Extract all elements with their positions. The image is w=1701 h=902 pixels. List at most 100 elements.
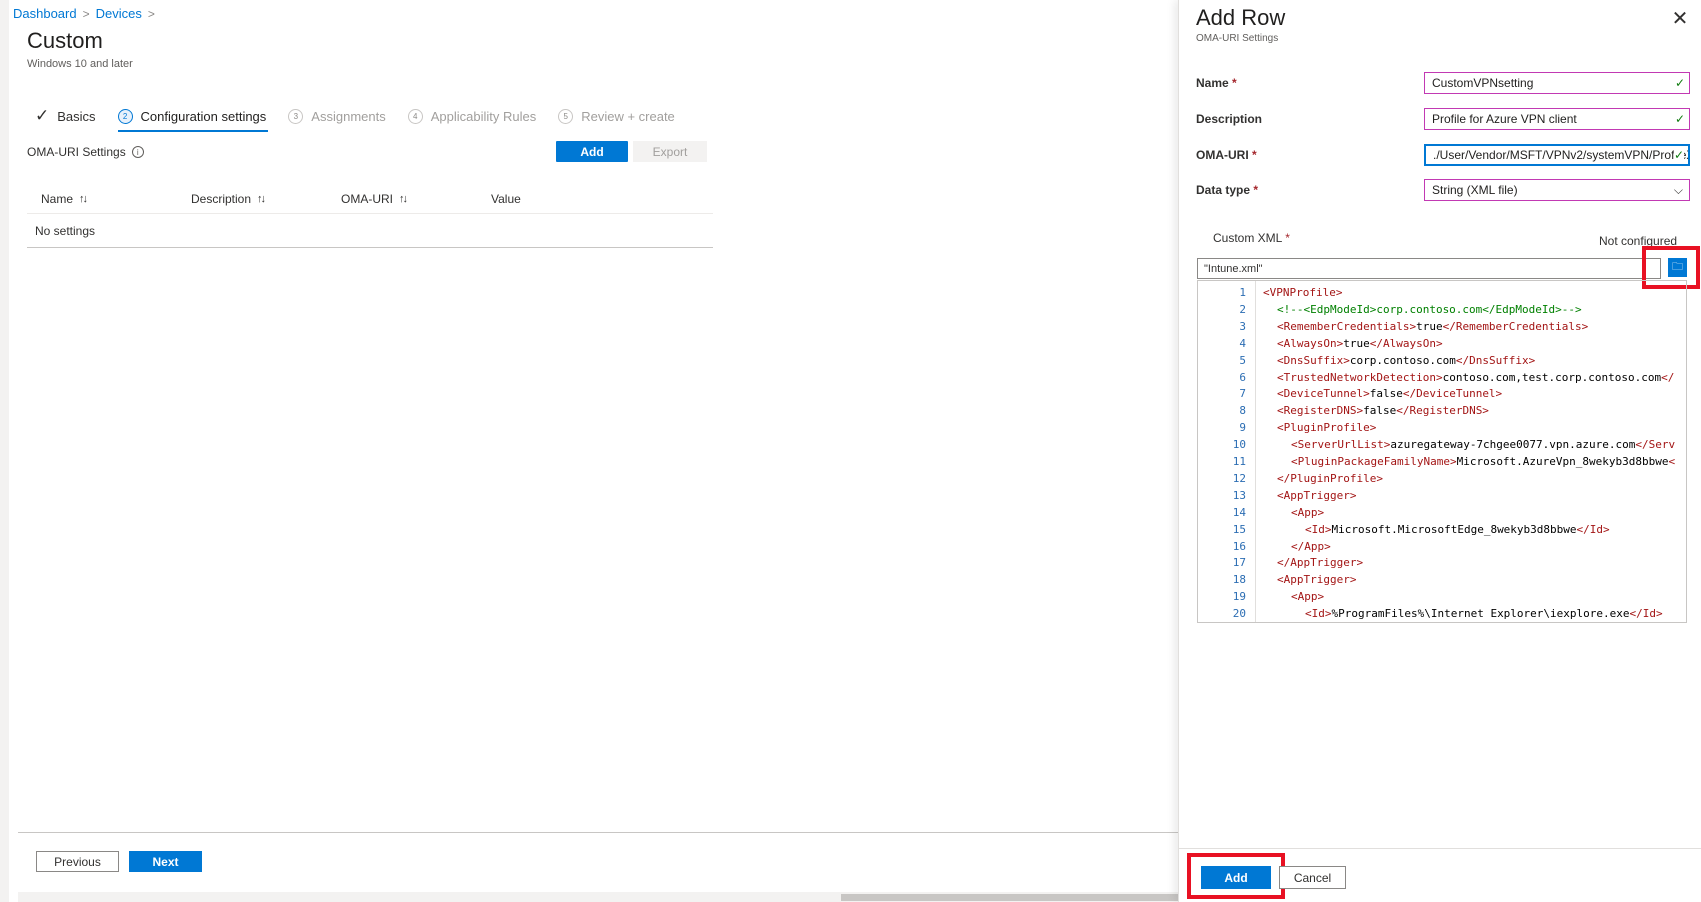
line-number: 18 [1232,573,1246,587]
close-icon[interactable]: ✕ [1668,6,1692,30]
code-line: 2 <!--<EdpModeId>corp.contoso.com</EdpMod… [1198,301,1581,318]
main-page: Dashboard > Devices > Custom Windows 10 … [0,0,1187,902]
cancel-button[interactable]: Cancel [1279,866,1346,889]
code-line: 14 <App> [1198,504,1324,521]
line-number: 16 [1232,539,1246,553]
step-number: 2 [117,108,133,124]
step-basics[interactable]: ✓ Basics [35,104,96,128]
data-type-field-row: Data type * String (XML file) ⌵ [1196,179,1690,201]
oma-uri-label: OMA-URI * [1196,148,1257,162]
line-number: 17 [1232,556,1246,570]
data-type-select[interactable]: String (XML file) ⌵ [1424,179,1690,201]
code-line: 17 </AppTrigger> [1198,554,1363,571]
code-text: <Id>%ProgramFiles%\Internet Explorer\iex… [1305,607,1663,621]
step-label: Applicability Rules [430,108,537,124]
next-button[interactable]: Next [129,851,202,872]
column-header-name[interactable]: Name ↑↓ [27,192,177,206]
code-text: <App> [1291,505,1325,519]
panel-footer-divider [1179,848,1701,849]
code-text: <RememberCredentials>true</RememberCrede… [1277,319,1589,333]
code-text: </PluginProfile> [1277,471,1383,485]
oma-settings-table: Name ↑↓ Description ↑↓ OMA-URI ↑↓ Value … [27,184,713,248]
step-label: Basics [57,108,96,124]
step-review-create[interactable]: 5 Review + create [558,104,675,128]
line-number: 11 [1232,455,1246,468]
scrollbar-thumb[interactable] [841,894,1186,901]
code-line: 12 </PluginProfile> [1198,470,1383,487]
xml-file-name-field[interactable]: "Intune.xml" [1197,258,1661,279]
code-line: 15 <Id>Microsoft.MicrosoftEdge_8wekyb3d8b… [1198,521,1610,538]
custom-xml-label: Custom XML * [1213,231,1290,245]
code-text: <AppTrigger> [1277,488,1357,502]
horizontal-scrollbar[interactable] [18,892,1187,902]
previous-button[interactable]: Previous [36,851,119,872]
sort-icon[interactable]: ↑↓ [399,193,408,205]
check-icon: ✓ [1673,148,1684,162]
name-label: Name * [1196,76,1237,90]
code-line: 8 <RegisterDNS>false</RegisterDNS> [1198,402,1489,419]
check-icon: ✓ [1674,112,1685,126]
table-header: Name ↑↓ Description ↑↓ OMA-URI ↑↓ Value [27,184,713,214]
code-text: <DnsSuffix>corp.contoso.com</DnsSuffix> [1277,353,1536,367]
oma-uri-field-row: OMA-URI * ./User/Vendor/MSFT/VPNv2/syste… [1196,144,1690,166]
step-assignments[interactable]: 3 Assignments [288,104,386,128]
line-number: 19 [1232,590,1246,604]
sort-icon[interactable]: ↑↓ [257,193,266,205]
chevron-right-icon: > [147,6,155,21]
code-line: 5 <DnsSuffix>corp.contoso.com</DnsSuffix> [1198,352,1535,369]
step-configuration-settings[interactable]: 2 Configuration settings [117,104,269,132]
code-text: <AlwaysOn>true</AlwaysOn> [1277,336,1443,350]
export-button[interactable]: Export [633,141,707,162]
description-input[interactable]: Profile for Azure VPN client ✓ [1424,108,1690,130]
code-text: <ServerUrlList>azuregateway-7chgee0077.v… [1291,438,1676,452]
breadcrumb: Dashboard > Devices > [13,6,155,21]
code-line: 3 <RememberCredentials>true</RememberCred… [1198,318,1588,335]
step-label: Assignments [311,108,386,124]
footer-divider [18,832,1187,833]
description-label: Description [1196,112,1263,126]
line-number: 9 [1239,421,1246,435]
code-line: 20 <Id>%ProgramFiles%\Internet Explorer\i… [1198,605,1663,622]
name-field-row: Name * CustomVPNsetting ✓ [1196,72,1690,94]
xml-code-editor[interactable]: 1 <VPNProfile> 2 <!--<EdpModeId>corp.contos… [1197,280,1687,623]
panel-title: Add Row [1196,5,1286,30]
code-line: 19 <App> [1198,588,1324,605]
page-title: Custom [27,28,103,53]
code-text: <Id>Microsoft.MicrosoftEdge_8wekyb3d8bbw… [1305,522,1610,536]
column-header-oma-uri[interactable]: OMA-URI ↑↓ [327,192,477,206]
add-setting-button[interactable]: Add [556,141,628,162]
code-text: <PluginPackageFamilyName>Microsoft.Azure… [1291,455,1676,468]
step-number: 3 [288,108,304,124]
code-text: </App> [1291,539,1331,553]
code-line: 9 <PluginProfile> [1198,419,1376,436]
section-heading: OMA-URI Settings [27,145,126,159]
line-number: 1 [1239,286,1246,299]
step-number: 5 [558,108,574,124]
data-type-label: Data type * [1196,183,1259,197]
info-icon[interactable]: i [131,146,144,158]
code-line: 6 <TrustedNetworkDetection>contoso.com,te… [1198,369,1674,386]
oma-uri-input[interactable]: ./User/Vendor/MSFT/VPNv2/systemVPN/Profi… [1424,144,1690,166]
code-text: <DeviceTunnel>false</DeviceTunnel> [1277,387,1503,401]
code-text: <!--<EdpModeId>corp.contoso.com</EdpMode… [1277,302,1582,316]
code-line: 18 <AppTrigger> [1198,571,1357,588]
line-number: 13 [1232,488,1246,502]
breadcrumb-dashboard[interactable]: Dashboard [13,6,77,21]
step-label: Review + create [581,108,675,124]
breadcrumb-devices[interactable]: Devices [96,6,142,21]
line-number: 8 [1239,404,1246,418]
code-text: <App> [1291,590,1325,604]
step-applicability-rules[interactable]: 4 Applicability Rules [407,104,537,128]
panel-subtitle: OMA-URI Settings [1196,33,1279,44]
sort-icon[interactable]: ↑↓ [79,193,88,205]
wizard-steps: ✓ Basics 2 Configuration settings 3 Assi… [35,104,697,132]
description-field-row: Description Profile for Azure VPN client… [1196,108,1690,130]
code-text: <VPNProfile> [1263,286,1343,299]
page-subtitle: Windows 10 and later [27,58,133,70]
check-icon: ✓ [1674,76,1685,90]
column-header-description[interactable]: Description ↑↓ [177,192,327,206]
column-header-value: Value [491,191,521,206]
line-number: 14 [1232,505,1246,519]
line-number: 5 [1239,353,1246,367]
name-input[interactable]: CustomVPNsetting ✓ [1424,72,1690,94]
